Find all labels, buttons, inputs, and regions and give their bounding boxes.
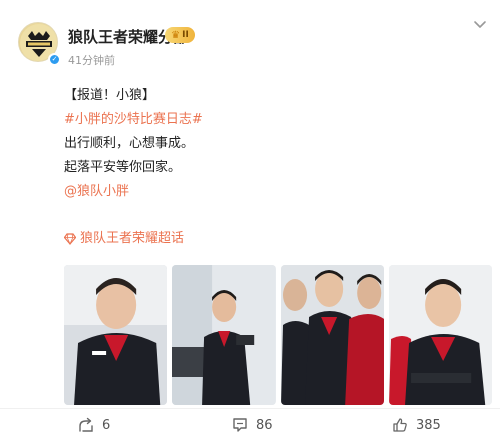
- supertopic-label: 狼队王者荣耀超话: [80, 231, 185, 246]
- post-content: 【报道！小狼】 #小胖的沙特比赛日志# 出行顺利，心想事成。 起落平安等你回家。…: [64, 84, 484, 250]
- post-time[interactable]: 41分钟前: [68, 52, 115, 68]
- supertopic-link[interactable]: 狼队王者荣耀超话: [64, 228, 484, 250]
- like-button[interactable]: 385: [392, 417, 441, 433]
- like-count: 385: [416, 417, 441, 433]
- like-icon: [393, 418, 407, 432]
- hashtag-link[interactable]: #小胖的沙特比赛日志#: [64, 108, 484, 132]
- repost-icon: [79, 417, 93, 432]
- verified-icon: ✓: [48, 53, 61, 66]
- post-line: 出行顺利，心想事成。: [64, 136, 195, 151]
- action-bar: 6 86 385: [0, 408, 500, 440]
- player-photo-1: [64, 265, 168, 405]
- comment-button[interactable]: 86: [232, 417, 273, 433]
- comment-icon: [233, 418, 247, 432]
- mention-link[interactable]: @狼队小胖: [64, 180, 484, 204]
- chevron-down-icon[interactable]: [472, 16, 488, 32]
- weibo-post-card: ✓ 狼队王者荣耀分部 ♛ II 41分钟前 【报道！小狼】 #小胖的沙特比赛日志…: [0, 0, 500, 440]
- post-line: 起落平安等你回家。: [64, 160, 182, 175]
- post-image-3[interactable]: [280, 265, 384, 405]
- crown-icon: ♛: [171, 29, 181, 41]
- player-photo-3: [280, 265, 384, 405]
- comment-count: 86: [256, 417, 273, 433]
- post-image-4[interactable]: [388, 265, 492, 405]
- gem-icon: [64, 233, 76, 245]
- post-image-2[interactable]: [172, 265, 276, 405]
- vip-badge[interactable]: ♛ II: [165, 27, 195, 43]
- post-image-1[interactable]: [64, 265, 168, 405]
- player-photo-4: [388, 265, 492, 405]
- post-line-title: 【报道！小狼】: [64, 88, 156, 103]
- image-grid: [64, 265, 492, 405]
- vip-level: II: [182, 30, 189, 40]
- repost-button[interactable]: 6: [78, 417, 110, 433]
- repost-count: 6: [102, 417, 111, 433]
- player-photo-2: [172, 265, 276, 405]
